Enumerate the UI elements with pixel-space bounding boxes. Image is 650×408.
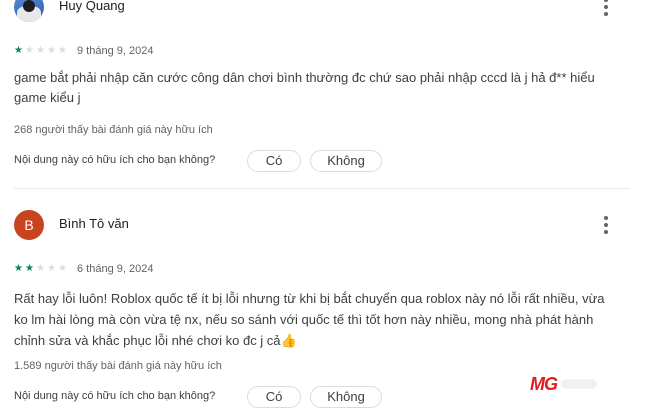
review-text: Rất hay lỗi luôn! Roblox quốc tế ít bị l… bbox=[14, 288, 624, 351]
review-header: Huy Quang bbox=[14, 0, 634, 24]
review-date: 9 tháng 9, 2024 bbox=[77, 45, 154, 57]
review-author: Huy Quang bbox=[59, 0, 125, 13]
helpful-count: 1.589 người thấy bài đánh giá này hữu íc… bbox=[14, 360, 222, 372]
review-text-line: game bắt phải nhập căn cước công dân chơ… bbox=[14, 70, 595, 85]
review-text: game bắt phải nhập căn cước công dân chơ… bbox=[14, 68, 624, 108]
star-icon: ★ bbox=[36, 263, 45, 274]
avatar: B bbox=[14, 210, 44, 240]
watermark-text: MG bbox=[530, 373, 558, 394]
review-header: B Bình Tô văn bbox=[14, 210, 634, 242]
review-date: 6 tháng 9, 2024 bbox=[77, 263, 154, 275]
helpful-count: 268 người thấy bài đánh giá này hữu ích bbox=[14, 124, 213, 136]
divider bbox=[14, 188, 630, 189]
star-rating: ★ ★ ★ ★ ★ bbox=[14, 262, 69, 276]
review-author: Bình Tô văn bbox=[59, 216, 129, 231]
avatar bbox=[14, 0, 44, 22]
helpful-no-button[interactable]: Không bbox=[310, 386, 382, 408]
watermark-logo: MG bbox=[530, 374, 597, 394]
star-icon: ★ bbox=[14, 263, 23, 274]
review-meta: ★ ★ ★ ★ ★ 9 tháng 9, 2024 bbox=[14, 44, 153, 58]
star-icon: ★ bbox=[47, 263, 56, 274]
helpful-yes-button[interactable]: Có bbox=[247, 386, 301, 408]
star-icon: ★ bbox=[36, 45, 45, 56]
star-icon: ★ bbox=[25, 263, 34, 274]
helpful-question: Nội dung này có hữu ích cho bạn không? bbox=[14, 154, 216, 166]
star-icon: ★ bbox=[25, 45, 34, 56]
helpful-question: Nội dung này có hữu ích cho bạn không? bbox=[14, 390, 216, 402]
review-text-line: chỉnh sửa và khắc phục lỗi nhé chơi ko đ… bbox=[14, 333, 297, 348]
more-options-icon[interactable] bbox=[598, 0, 614, 22]
star-icon: ★ bbox=[58, 263, 67, 274]
helpful-yes-button[interactable]: Có bbox=[247, 150, 301, 172]
star-rating: ★ ★ ★ ★ ★ bbox=[14, 44, 69, 58]
review-text-line: game kiểu j bbox=[14, 90, 81, 105]
review-meta: ★ ★ ★ ★ ★ 6 tháng 9, 2024 bbox=[14, 262, 153, 276]
star-icon: ★ bbox=[47, 45, 56, 56]
star-icon: ★ bbox=[58, 45, 67, 56]
star-icon: ★ bbox=[14, 45, 23, 56]
review-text-line: ko lm hài lòng mà còn vừa tệ nx, nếu so … bbox=[14, 312, 594, 327]
more-options-icon[interactable] bbox=[598, 210, 614, 240]
review-text-line: Rất hay lỗi luôn! Roblox quốc tế ít bị l… bbox=[14, 291, 605, 306]
helpful-no-button[interactable]: Không bbox=[310, 150, 382, 172]
